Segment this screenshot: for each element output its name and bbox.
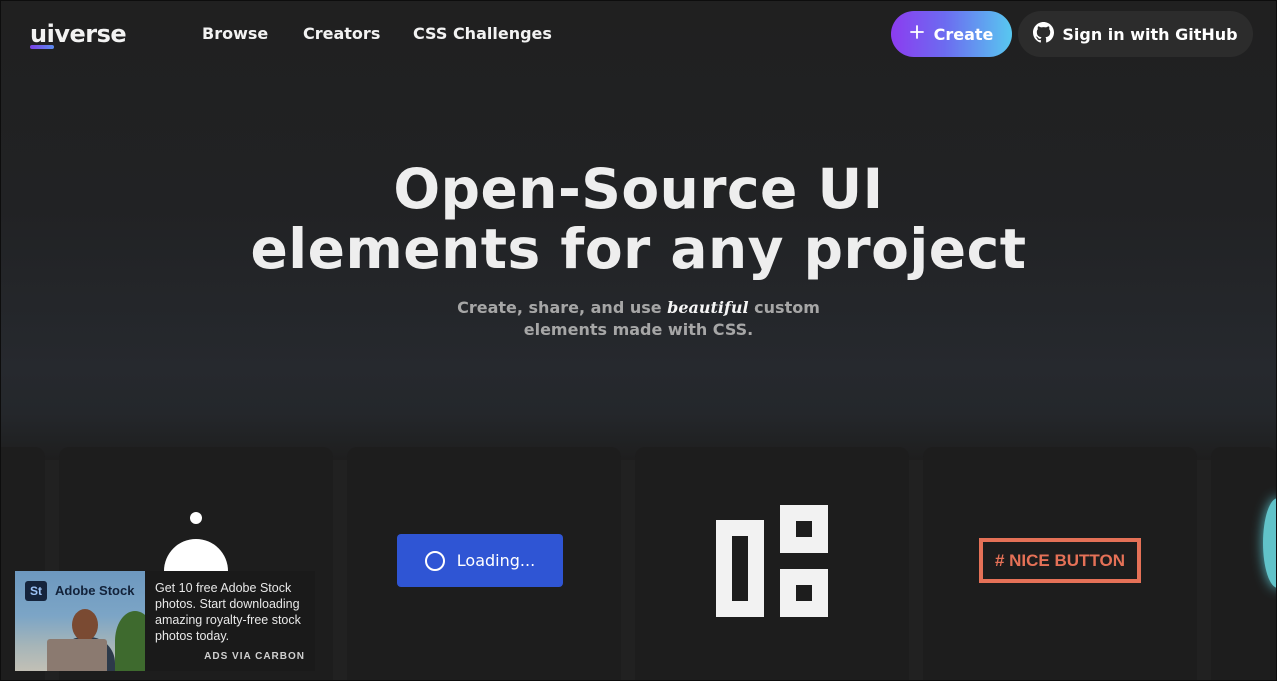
ad-image[interactable]: St Adobe Stock: [15, 571, 145, 671]
uiverse-logo[interactable]: uiverse: [30, 20, 127, 48]
loading-label: Loading...: [456, 551, 536, 570]
create-label: Create: [933, 24, 994, 44]
ad-text-block: Get 10 free Adobe Stock photos. Start do…: [145, 571, 315, 671]
nice-button[interactable]: # NICE BUTTON: [979, 538, 1141, 583]
plant-shape: [115, 611, 145, 671]
hero-title-line2: elements for any project: [250, 217, 1027, 281]
nav-browse[interactable]: Browse: [202, 24, 268, 44]
ad-via-carbon[interactable]: ADS VIA CARBON: [204, 649, 305, 665]
laptop-shape: [47, 639, 107, 671]
github-icon: [1033, 21, 1055, 47]
blocks-logo-icon: [716, 505, 828, 617]
nav-creators[interactable]: Creators: [303, 24, 380, 44]
adobe-stock-logo: St: [25, 581, 47, 601]
site-header: uiverse Browse Creators CSS Challenges C…: [0, 0, 1277, 68]
logo-ui: ui: [30, 20, 55, 48]
hero-subtitle: Create, share, and use beautiful custom: [0, 297, 1277, 319]
hero-subtitle-emphasis: beautiful: [667, 298, 749, 317]
dome-dot-shape: [190, 512, 202, 524]
hero-subtitle-line2: elements made with CSS.: [523, 320, 754, 339]
ad-text[interactable]: Get 10 free Adobe Stock photos. Start do…: [155, 581, 301, 643]
spinner-icon: [424, 550, 445, 571]
github-signin-button[interactable]: Sign in with GitHub: [1018, 11, 1253, 57]
logo-verse: verse: [54, 20, 127, 48]
hero-subtitle-pre: Create, share, and use: [457, 298, 668, 317]
hero-title-line1: Open-Source UI: [393, 157, 884, 221]
hero-subtitle-post: custom: [748, 298, 820, 317]
plus-icon: [909, 23, 924, 43]
github-label: Sign in with GitHub: [1062, 24, 1238, 44]
ad-brand: Adobe Stock: [55, 583, 135, 598]
create-button[interactable]: Create: [891, 11, 1012, 57]
nav-css-challenges[interactable]: CSS Challenges: [413, 24, 552, 44]
loading-button[interactable]: Loading...: [397, 534, 563, 587]
person-head-shape: [72, 609, 98, 641]
carbon-ad[interactable]: St Adobe Stock Get 10 free Adobe Stock p…: [15, 571, 315, 671]
